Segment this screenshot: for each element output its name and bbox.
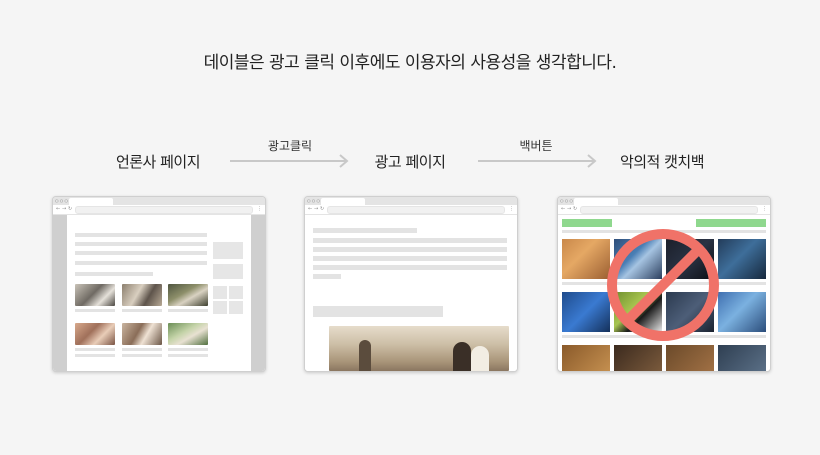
- browser-url-bar: ← → ↻ ⋮: [305, 205, 517, 215]
- hero-figure: [359, 340, 371, 371]
- stage-label-news: 언론사 페이지: [115, 153, 201, 171]
- text-line: [313, 274, 341, 279]
- caption-line: [122, 309, 162, 312]
- caption-line: [75, 354, 115, 357]
- catchback-ad-tile: [718, 292, 766, 332]
- reload-icon: ↻: [68, 206, 73, 212]
- window-controls: ○ ○ ○: [55, 198, 69, 203]
- browser-tab: [321, 198, 365, 205]
- news-thumbnail: [75, 284, 115, 306]
- catchback-ad-tile: [614, 345, 662, 371]
- browser-tab-bar: ○ ○ ○: [558, 197, 770, 205]
- window-controls: ○ ○ ○: [307, 198, 321, 203]
- text-line: [75, 261, 207, 265]
- text-line: [75, 242, 207, 246]
- caption-line: [168, 309, 208, 312]
- caption-line: [168, 354, 208, 357]
- news-thumbnail: [75, 323, 115, 345]
- text-line: [75, 233, 207, 237]
- right-arrow-icon: [230, 154, 349, 168]
- catchback-ad-tile: [666, 345, 714, 371]
- browser-tab: [69, 198, 113, 205]
- browser-tab: [574, 198, 618, 205]
- back-arrow-icon: ←: [561, 206, 566, 212]
- url-field: [75, 206, 253, 214]
- sidebar-block: [213, 264, 243, 279]
- text-line: [313, 265, 507, 270]
- text-line: [75, 251, 207, 255]
- headline: 데이블은 광고 클릭 이후에도 이용자의 사용성을 생각합니다.: [203, 53, 617, 73]
- browser-url-bar: ← → ↻ ⋮: [558, 205, 770, 215]
- sidebar-block: [213, 286, 227, 299]
- text-line: [313, 247, 507, 252]
- reload-icon: ↻: [573, 206, 578, 212]
- forward-arrow-icon: →: [314, 206, 319, 212]
- browser-tab-bar: ○ ○ ○: [53, 197, 265, 205]
- more-vertical-icon: ⋮: [509, 206, 514, 212]
- back-arrow-icon: ←: [56, 206, 61, 212]
- more-vertical-icon: ⋮: [762, 206, 767, 212]
- caption-line: [75, 309, 115, 312]
- hero-figure: [471, 346, 489, 371]
- text-line: [75, 272, 153, 276]
- more-vertical-icon: ⋮: [257, 206, 262, 212]
- sidebar-block: [229, 301, 243, 314]
- catchback-ad-tile: [562, 345, 610, 371]
- browser-catchback-page: ○ ○ ○ ← → ↻ ⋮: [557, 196, 771, 372]
- side-panel-right: [251, 215, 265, 371]
- ad-page-viewport: [305, 215, 517, 371]
- caption-line: [122, 348, 162, 351]
- caption-line: [75, 348, 115, 351]
- section-heading-line: [313, 306, 443, 317]
- back-arrow-icon: ←: [308, 206, 313, 212]
- forward-arrow-icon: →: [567, 206, 572, 212]
- news-thumbnail: [122, 323, 162, 345]
- right-arrow-icon: [478, 154, 597, 168]
- text-line: [313, 228, 417, 233]
- text-line: [313, 238, 507, 243]
- transition-label-back-button: 백버튼: [519, 139, 553, 153]
- forward-arrow-icon: →: [62, 206, 67, 212]
- stage-label-catchback: 악의적 캣치백: [619, 153, 705, 171]
- side-panel-left: [53, 215, 67, 371]
- sidebar-block: [213, 301, 227, 314]
- url-field: [580, 206, 758, 214]
- text-line: [313, 256, 507, 261]
- transition-label-ad-click: 광고클릭: [267, 139, 313, 153]
- news-thumbnail: [168, 284, 208, 306]
- url-field: [327, 206, 505, 214]
- hero-figure: [453, 342, 471, 371]
- catchback-ad-tile: [718, 345, 766, 371]
- caption-line: [168, 348, 208, 351]
- window-controls: ○ ○ ○: [560, 198, 574, 203]
- reload-icon: ↻: [320, 206, 325, 212]
- sidebar-block: [213, 242, 243, 259]
- sidebar-block: [229, 286, 243, 299]
- browser-news-page: ○ ○ ○ ← → ↻ ⋮: [52, 196, 266, 372]
- prohibited-sign-icon: [607, 229, 719, 341]
- catchback-ad-tile: [718, 239, 766, 279]
- ad-hero-image: [329, 326, 509, 371]
- catchback-page-viewport: [558, 215, 770, 371]
- news-thumbnail: [168, 323, 208, 345]
- news-page-viewport: [53, 215, 265, 371]
- stage-label-ad: 광고 페이지: [374, 153, 446, 171]
- caption-line: [122, 354, 162, 357]
- browser-ad-page: ○ ○ ○ ← → ↻ ⋮: [304, 196, 518, 372]
- catchback-ad-tile: [562, 239, 610, 279]
- catchback-ad-tile: [562, 292, 610, 332]
- news-thumbnail: [122, 284, 162, 306]
- browser-url-bar: ← → ↻ ⋮: [53, 205, 265, 215]
- browser-tab-bar: ○ ○ ○: [305, 197, 517, 205]
